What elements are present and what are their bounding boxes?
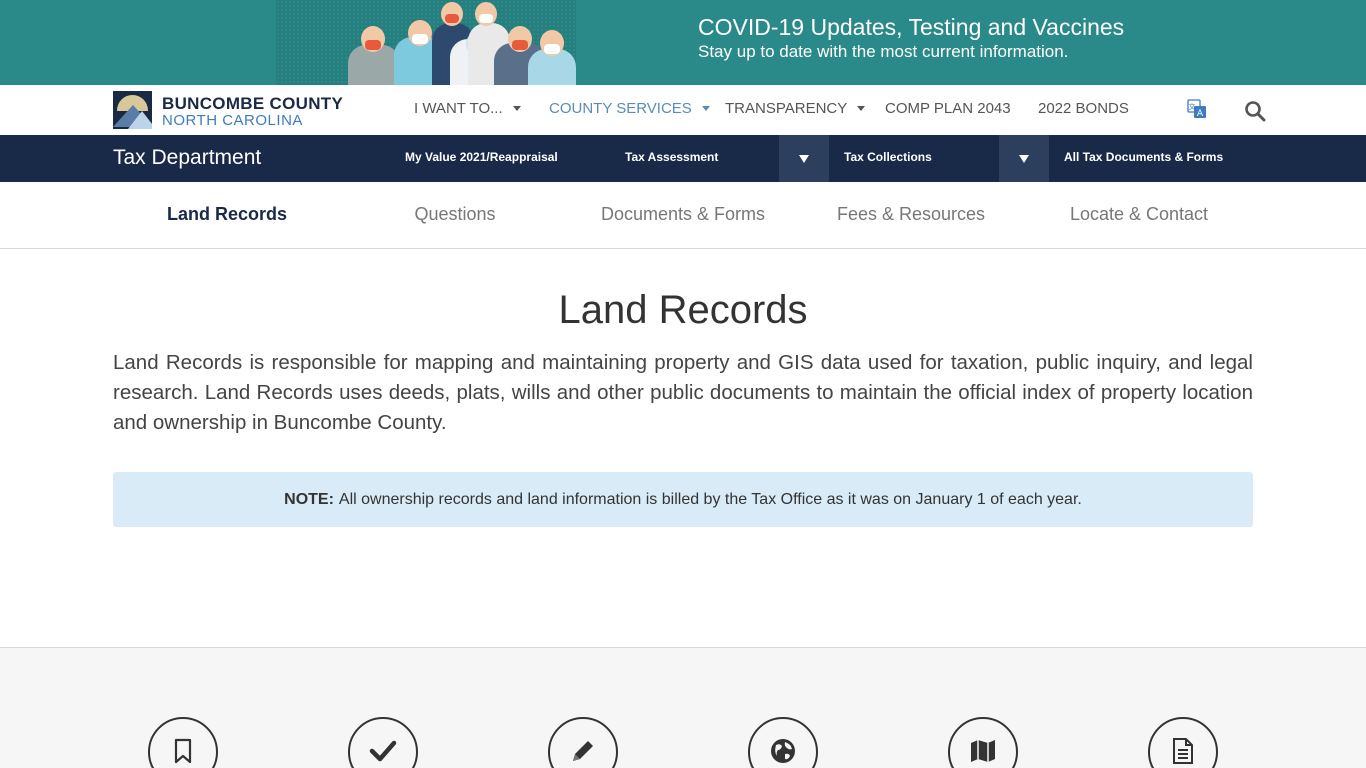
tax-department-title[interactable]: Tax Department [113, 146, 261, 170]
nav-i-want-to-label: I WANT TO... [414, 100, 503, 117]
caret-down-icon [701, 106, 710, 111]
quick-link-document[interactable] [1148, 717, 1218, 768]
nav-comp-plan-label: COMP PLAN 2043 [885, 100, 1011, 117]
svg-text:文: 文 [1189, 102, 1196, 111]
search-icon[interactable] [1244, 100, 1266, 122]
quick-link-map[interactable] [948, 717, 1018, 768]
caret-down-icon [857, 106, 866, 111]
quick-link-checkmark[interactable] [348, 717, 418, 768]
page-title: Land Records [558, 288, 808, 332]
nav-transparency[interactable]: TRANSPARENCY [725, 100, 866, 117]
quick-link-bookmark[interactable] [148, 717, 218, 768]
tax-link-collections[interactable]: Tax Collections [844, 150, 932, 164]
triangle-down-icon [799, 154, 809, 163]
checkmark-icon [369, 740, 397, 762]
note-box: NOTE: All ownership records and land inf… [113, 472, 1253, 527]
document-icon [1173, 738, 1193, 764]
note-text: All ownership records and land informati… [338, 490, 1082, 508]
tax-link-my-value[interactable]: My Value 2021/Reappraisal [405, 150, 558, 164]
tax-link-assessment[interactable]: Tax Assessment [625, 150, 718, 164]
nav-i-want-to[interactable]: I WANT TO... [414, 100, 521, 117]
sub-navigation: Land Records Questions Documents & Forms… [0, 182, 1366, 249]
quick-link-globe[interactable] [748, 717, 818, 768]
tab-fees-resources[interactable]: Fees & Resources [797, 204, 1025, 225]
svg-text:A: A [1197, 109, 1204, 119]
covid-banner[interactable]: COVID-19 Updates, Testing and Vaccines S… [0, 0, 1366, 85]
covid-illustration [276, 0, 576, 85]
logo-mark-icon [113, 91, 152, 129]
nav-comp-plan[interactable]: COMP PLAN 2043 [885, 100, 1011, 117]
quick-links-section [0, 647, 1366, 768]
caret-down-icon [512, 106, 521, 111]
tab-land-records[interactable]: Land Records [113, 204, 341, 225]
quick-link-pencil[interactable] [548, 717, 618, 768]
logo-state: NORTH CAROLINA [162, 112, 303, 129]
nav-bonds-label: 2022 BONDS [1038, 100, 1129, 117]
translate-icon[interactable]: A 文 [1187, 99, 1207, 119]
bookmark-icon [174, 738, 192, 764]
nav-county-services-label: COUNTY SERVICES [549, 100, 692, 117]
tab-locate-contact[interactable]: Locate & Contact [1025, 204, 1253, 225]
covid-subtitle[interactable]: Stay up to date with the most current in… [698, 42, 1068, 62]
globe-icon [771, 739, 795, 763]
county-logo[interactable]: BUNCOMBE COUNTY NORTH CAROLINA [113, 91, 353, 131]
nav-bonds[interactable]: 2022 BONDS [1038, 100, 1129, 117]
covid-title[interactable]: COVID-19 Updates, Testing and Vaccines [698, 14, 1124, 41]
note-label: NOTE: [284, 490, 334, 508]
tax-collections-dropdown[interactable] [999, 135, 1049, 182]
nav-county-services[interactable]: COUNTY SERVICES [549, 100, 710, 117]
tab-documents-forms[interactable]: Documents & Forms [569, 204, 797, 225]
pencil-icon [573, 741, 593, 761]
intro-paragraph: Land Records is responsible for mapping … [113, 351, 1253, 434]
nav-transparency-label: TRANSPARENCY [725, 100, 848, 117]
tax-link-documents[interactable]: All Tax Documents & Forms [1064, 150, 1223, 164]
map-icon [971, 740, 995, 762]
tab-questions[interactable]: Questions [341, 204, 569, 225]
tax-assessment-dropdown[interactable] [779, 135, 829, 182]
triangle-down-icon [1019, 154, 1029, 163]
tax-department-bar: Tax Department My Value 2021/Reappraisal… [0, 135, 1366, 195]
logo-name: BUNCOMBE COUNTY [162, 94, 344, 113]
main-navigation: BUNCOMBE COUNTY NORTH CAROLINA I WANT TO… [0, 85, 1366, 135]
